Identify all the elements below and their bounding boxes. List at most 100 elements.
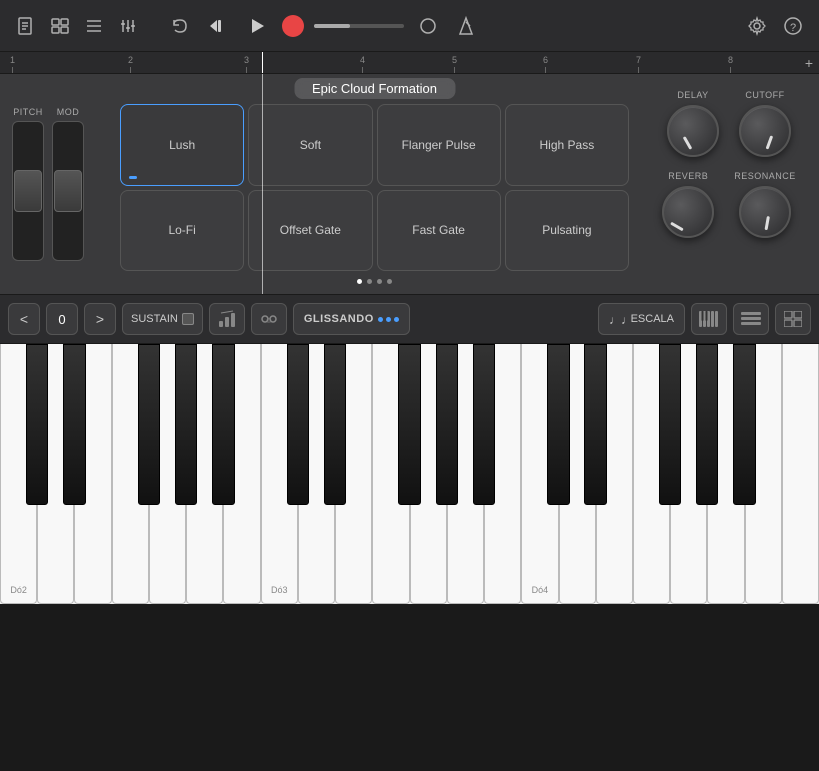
black-key-oct0-3[interactable] [138,344,160,505]
settings-icon[interactable] [743,12,771,40]
black-key-oct2-0[interactable] [547,344,569,505]
reverb-label: REVERB [668,171,708,181]
arpeggio-icon [218,310,236,328]
resonance-knob-group: RESONANCE [734,171,796,238]
svg-text:♩♩: ♩♩ [609,313,625,327]
black-key-oct0-4[interactable] [175,344,197,505]
pad-flanger-pulse[interactable]: Flanger Pulse [377,104,501,186]
pad-fast-gate[interactable]: Fast Gate [377,190,501,272]
knobs-section: DELAY CUTOFF REVERB RESONANCE [639,74,819,294]
pad-offset-gate[interactable]: Offset Gate [248,190,372,272]
sustain-indicator [182,313,194,325]
black-key-oct1-0[interactable] [287,344,309,505]
black-key-oct1-5[interactable] [473,344,495,505]
page-dot-4[interactable] [387,279,392,284]
play-button[interactable] [242,11,272,41]
transport [202,11,480,41]
ruler: 1 2 3 4 5 6 7 8 + [0,52,819,74]
sustain-button[interactable]: SUSTAIN [122,303,203,335]
ruler-mark-5: 5 [452,55,457,73]
ruler-mark-6: 6 [543,55,548,73]
knobs-row-2: REVERB RESONANCE [655,171,803,238]
add-track-button[interactable]: + [805,55,813,71]
ruler-mark-8: 8 [728,55,733,73]
rewind-button[interactable] [202,11,232,41]
ruler-mark-3: 3 [244,55,249,73]
black-key-oct0-1[interactable] [63,344,85,505]
arpeggio-button[interactable] [209,303,245,335]
mod-label: MOD [57,107,80,117]
document-icon[interactable] [12,12,40,40]
mixer-icon[interactable] [114,12,142,40]
key-label-Dó4: Dó4 [532,585,549,595]
black-key-oct1-3[interactable] [398,344,420,505]
pad-lush[interactable]: Lush [120,104,244,186]
resonance-knob[interactable] [739,186,791,238]
delay-knob-group: DELAY [667,90,719,157]
pitch-label: PITCH [13,107,43,117]
glissando-dot-2 [386,317,391,322]
pad-soft[interactable]: Soft [248,104,372,186]
black-key-oct1-4[interactable] [436,344,458,505]
table-icon [784,311,802,327]
metronome-icon[interactable] [452,12,480,40]
record-button[interactable] [282,15,304,37]
ruler-mark-1: 1 [10,55,15,73]
list-icon[interactable] [80,12,108,40]
page-dot-1[interactable] [357,279,362,284]
bottom-bar: < 0 > SUSTAIN ☺ GLISSANDO [0,294,819,344]
pads-dots [120,279,629,284]
ruler-marks: 1 2 3 4 5 6 7 8 [0,52,819,73]
white-key-21[interactable] [782,344,819,604]
volume-slider[interactable] [314,24,404,28]
reverb-knob[interactable] [662,186,714,238]
pads-row-1: Lush Soft Flanger Pulse High Pass [120,104,629,186]
page-dot-3[interactable] [377,279,382,284]
octave-down-button[interactable]: < [8,303,40,335]
ruler-mark-7: 7 [636,55,641,73]
pads-row-2: Lo-Fi Offset Gate Fast Gate Pulsating [120,190,629,272]
keyboard-area: Dó2Dó3Dó4 [0,344,819,604]
windows-icon[interactable] [46,12,74,40]
chord-strips-button[interactable] [733,303,769,335]
black-key-oct2-3[interactable] [659,344,681,505]
black-key-oct0-0[interactable] [26,344,48,505]
chord-button[interactable]: ☺ [251,303,287,335]
pad-high-pass[interactable]: High Pass [505,104,629,186]
reverb-knob-group: REVERB [662,171,714,238]
octave-up-button[interactable]: > [84,303,116,335]
pads-area: Epic Cloud Formation Lush Soft Flanger P… [110,74,639,294]
key-label-Dó2: Dó2 [10,585,27,595]
black-key-oct0-5[interactable] [212,344,234,505]
black-key-oct2-1[interactable] [584,344,606,505]
glissando-button[interactable]: GLISSANDO [293,303,410,335]
mod-slider[interactable] [52,121,84,261]
keyboard-icon [699,311,719,327]
black-key-oct1-1[interactable] [324,344,346,505]
pitch-slider-col: PITCH [12,107,44,261]
loop-icon[interactable] [414,12,442,40]
svg-text:☺: ☺ [265,316,273,325]
keyboard-wrapper: Dó2Dó3Dó4 [0,344,819,604]
delay-knob[interactable] [667,105,719,157]
black-key-oct2-5[interactable] [733,344,755,505]
cutoff-knob-group: CUTOFF [739,90,791,157]
help-icon[interactable]: ? [779,12,807,40]
pad-pulsating[interactable]: Pulsating [505,190,629,272]
undo-icon[interactable] [166,12,194,40]
chord-icon: ☺ [260,310,278,328]
black-key-oct2-4[interactable] [696,344,718,505]
keyboard-view-button[interactable] [691,303,727,335]
table-view-button[interactable] [775,303,811,335]
pad-lo-fi[interactable]: Lo-Fi [120,190,244,272]
strips-icon [741,311,761,327]
glissando-label: GLISSANDO [304,313,374,325]
ruler-mark-4: 4 [360,55,365,73]
pitch-slider[interactable] [12,121,44,261]
toolbar-left-group [12,12,142,40]
page-dot-2[interactable] [367,279,372,284]
escala-button[interactable]: ♩♩ ESCALA [598,303,685,335]
preset-label: Epic Cloud Formation [294,78,455,99]
knobs-row-1: DELAY CUTOFF [655,90,803,157]
cutoff-knob[interactable] [739,105,791,157]
